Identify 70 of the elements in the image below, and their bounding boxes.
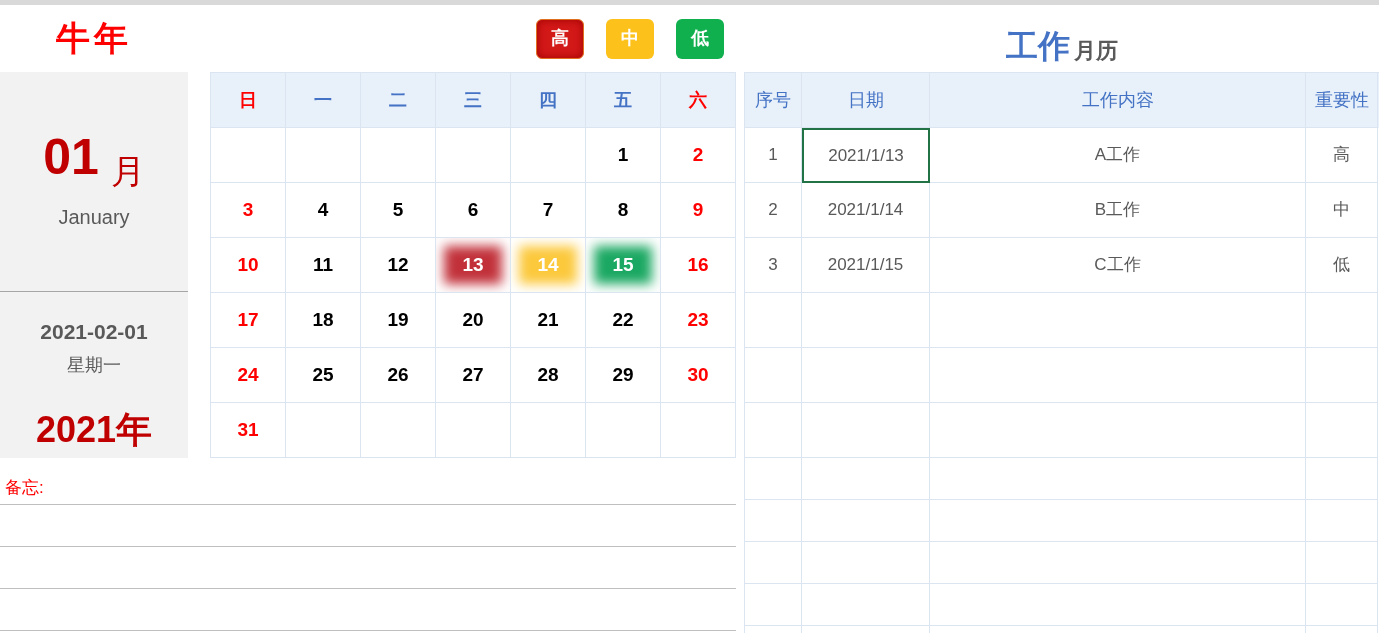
current-date: 2021-02-01: [40, 319, 148, 345]
calendar-day[interactable]: 21: [511, 293, 585, 347]
table-cell: 中: [1306, 183, 1378, 238]
year-title: 牛年: [56, 18, 132, 59]
weekday-header: 二: [361, 73, 436, 128]
column-header: 日期: [802, 73, 930, 128]
table-cell: [1306, 458, 1378, 500]
column-header: 重要性: [1306, 73, 1378, 128]
calendar-day[interactable]: 28: [511, 348, 585, 402]
priority-button[interactable]: 高: [536, 18, 584, 59]
year-label: 2021年: [35, 407, 153, 452]
table-cell: [1306, 403, 1378, 458]
month-name: January: [58, 204, 130, 230]
calendar-day[interactable]: 30: [661, 348, 735, 402]
calendar-day[interactable]: 27: [436, 348, 510, 402]
calendar-day[interactable]: 8: [586, 183, 660, 237]
work-title: 工作: [1005, 30, 1070, 62]
table-cell: 2021/1/15: [802, 238, 930, 293]
column-header: 工作内容: [930, 73, 1306, 128]
table-cell: [1306, 584, 1378, 626]
table-cell: [1306, 293, 1378, 348]
calendar-day[interactable]: 31: [211, 403, 285, 457]
calendar-day[interactable]: 11: [286, 238, 360, 292]
table-cell: [1306, 542, 1378, 584]
calendar-day[interactable]: 17: [211, 293, 285, 347]
table-cell: [1306, 500, 1378, 542]
weekday-header: 一: [286, 73, 361, 128]
weekday-label: 星期一: [67, 353, 121, 377]
weekday-header: 三: [436, 73, 511, 128]
calendar-day[interactable]: 26: [361, 348, 435, 402]
table-cell: 高: [1306, 128, 1378, 183]
work-title-suffix: 月历: [1073, 40, 1118, 62]
calendar-day[interactable]: 12: [361, 238, 435, 292]
table-cell: 2021/1/14: [802, 183, 930, 238]
calendar-day[interactable]: 18: [286, 293, 360, 347]
weekday-header: 日: [211, 73, 286, 128]
month-number: 01: [43, 131, 99, 182]
calendar-day[interactable]: 29: [586, 348, 660, 402]
month-suffix: 月: [110, 153, 145, 188]
table-cell: B工作: [930, 183, 1306, 238]
calendar-day[interactable]: 5: [361, 183, 435, 237]
calendar-day[interactable]: 19: [361, 293, 435, 347]
calendar-day[interactable]: 7: [511, 183, 585, 237]
table-cell: [1306, 348, 1378, 403]
table-cell: 2: [745, 183, 802, 238]
calendar-day[interactable]: 22: [586, 293, 660, 347]
calendar-day[interactable]: 20: [436, 293, 510, 347]
calendar-day[interactable]: 9: [661, 183, 735, 237]
calendar-day[interactable]: 4: [286, 183, 360, 237]
table-cell: C工作: [930, 238, 1306, 293]
calendar-day[interactable]: 16: [661, 238, 735, 292]
weekday-header: 五: [586, 73, 661, 128]
calendar-day[interactable]: 1: [586, 128, 660, 182]
calendar-day[interactable]: 24: [211, 348, 285, 402]
column-header: 序号: [745, 73, 802, 128]
calendar-day[interactable]: 13: [436, 238, 510, 292]
table-cell: A工作: [930, 128, 1306, 183]
calendar-day[interactable]: 25: [286, 348, 360, 402]
table-cell: 1: [745, 128, 802, 183]
calendar-day[interactable]: 6: [436, 183, 510, 237]
weekday-header: 四: [511, 73, 586, 128]
calendar-day[interactable]: 10: [211, 238, 285, 292]
table-cell: 3: [745, 238, 802, 293]
weekday-header: 六: [661, 73, 736, 128]
memo-label: 备忘:: [5, 478, 44, 497]
calendar-day[interactable]: 2: [661, 128, 735, 182]
table-cell: 低: [1306, 238, 1378, 293]
table-cell: 2021/1/13: [802, 128, 930, 183]
calendar-day[interactable]: 3: [211, 183, 285, 237]
calendar-day[interactable]: 23: [661, 293, 735, 347]
